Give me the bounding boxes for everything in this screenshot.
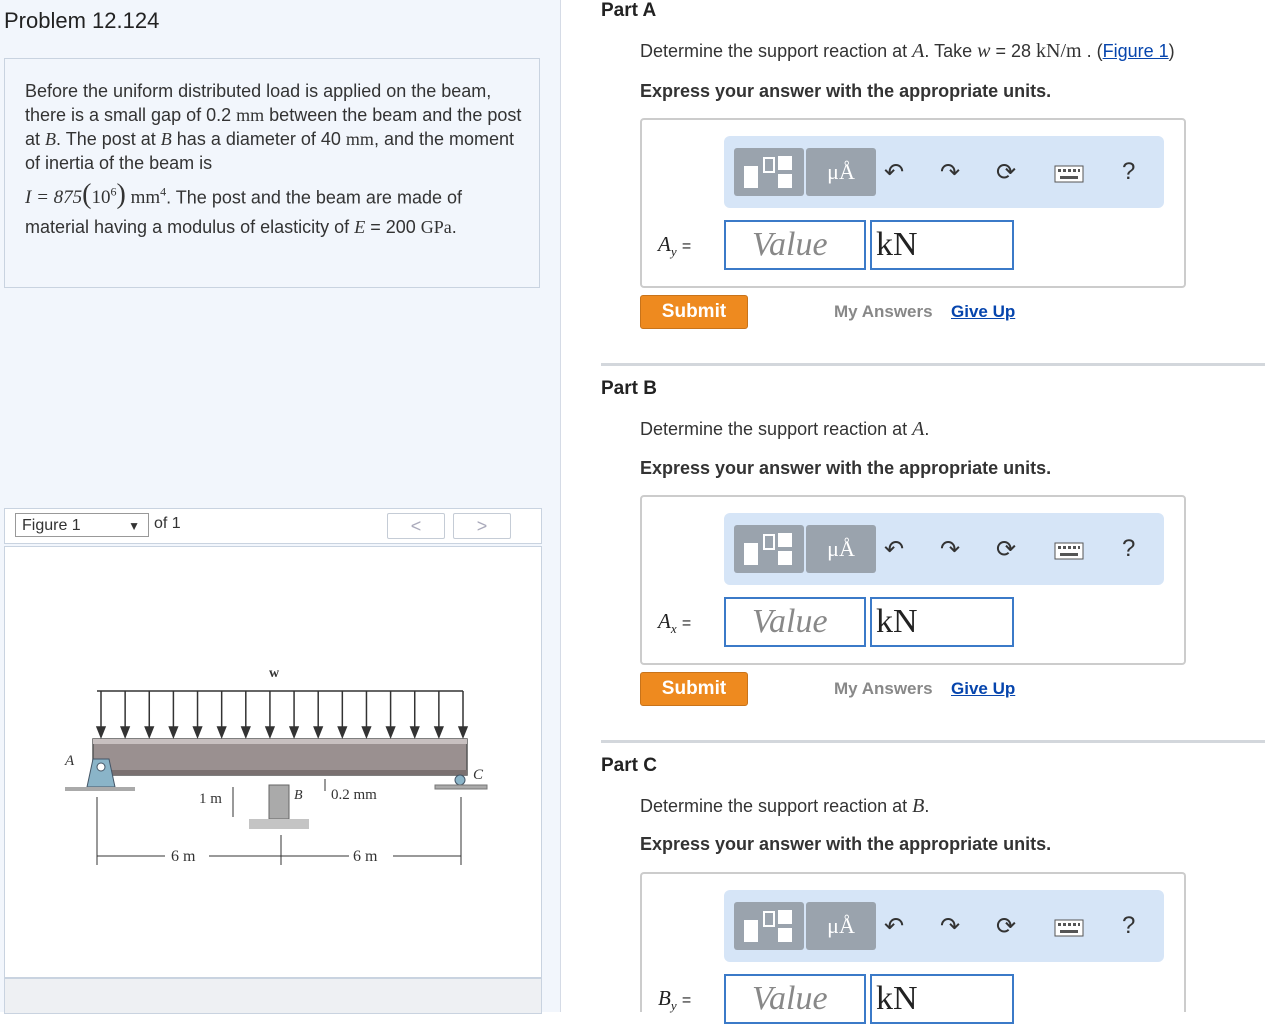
load-arrow xyxy=(192,726,203,740)
post-length-label: 1 m xyxy=(199,791,222,807)
help-icon[interactable]: ? xyxy=(1122,535,1135,563)
redo-icon[interactable]: ↷ xyxy=(940,158,960,187)
figure-panel-footer xyxy=(4,978,542,1014)
load-arrow xyxy=(433,726,444,740)
load-arrow xyxy=(288,726,300,740)
load-arrow xyxy=(120,726,131,740)
help-icon[interactable]: ? xyxy=(1122,912,1135,940)
value-input[interactable]: Value xyxy=(724,974,866,1024)
load-arrow xyxy=(337,726,348,740)
part-b-title: Part B xyxy=(601,378,657,399)
keyboard-icon[interactable] xyxy=(1054,162,1084,190)
problem-statement: Before the uniform distributed load is a… xyxy=(25,81,522,238)
keyboard-icon[interactable] xyxy=(1054,916,1084,944)
figure-count: of 1 xyxy=(154,515,181,532)
problem-statement-box: Before the uniform distributed load is a… xyxy=(4,58,540,288)
load-arrow xyxy=(240,726,251,740)
answer-label: Ax = xyxy=(658,609,692,637)
unit-input[interactable]: kN xyxy=(870,597,1014,647)
math-toolbar: μÅ ↶ ↷ ⟳ ? xyxy=(724,890,1164,962)
gap-label: 0.2 mm xyxy=(331,787,377,803)
part-a-question: Determine the support reaction at A. Tak… xyxy=(640,40,1175,62)
next-figure-button[interactable]: > xyxy=(453,513,511,539)
span2-label: 6 m xyxy=(353,848,378,865)
load-arrow xyxy=(95,726,107,740)
value-input[interactable]: Value xyxy=(724,597,866,647)
prev-figure-button[interactable]: < xyxy=(387,513,445,539)
part-divider xyxy=(601,363,1265,366)
reset-icon[interactable]: ⟳ xyxy=(996,158,1016,187)
templates-icon xyxy=(744,533,792,565)
part-a-answer-box: μÅ ↶ ↷ ⟳ ? Ay = Value kN xyxy=(640,118,1186,288)
keyboard-icon[interactable] xyxy=(1054,539,1084,567)
problem-title: Problem 12.124 xyxy=(4,8,160,33)
beam-diagram: w A C B 0.2 mm 1 m 6 m 6 m xyxy=(64,666,488,865)
math-toolbar: μÅ ↶ ↷ ⟳ ? xyxy=(724,136,1164,208)
give-up-link[interactable]: Give Up xyxy=(951,679,1015,699)
unit-input[interactable]: kN xyxy=(870,220,1014,270)
part-c-title: Part C xyxy=(601,755,657,776)
left-panel: Problem 12.124 Before the uniform distri… xyxy=(0,0,561,1014)
part-c-question: Determine the support reaction at B. xyxy=(640,795,930,817)
load-arrow xyxy=(409,726,420,740)
redo-icon[interactable]: ↷ xyxy=(940,912,960,941)
part-a-instructions: Express your answer with the appropriate… xyxy=(640,81,1052,101)
units-button[interactable]: μÅ xyxy=(806,525,876,573)
part-c-instructions: Express your answer with the appropriate… xyxy=(640,834,1052,854)
load-arrow xyxy=(216,726,227,740)
templates-icon xyxy=(744,910,792,942)
figure-panel: w A C B 0.2 mm 1 m 6 m 6 m xyxy=(4,546,542,978)
load-arrow xyxy=(144,726,155,740)
figure-nav-bar: Figure 1 ▼ of 1 < > xyxy=(4,508,542,544)
submit-button[interactable]: Submit xyxy=(640,295,748,329)
load-arrow xyxy=(313,726,324,740)
part-b-question: Determine the support reaction at A. xyxy=(640,418,930,440)
templates-button[interactable] xyxy=(734,148,804,196)
part-b-instructions: Express your answer with the appropriate… xyxy=(640,458,1052,478)
right-panel: Part A Determine the support reaction at… xyxy=(561,0,1265,1024)
value-input[interactable]: Value xyxy=(724,220,866,270)
part-divider xyxy=(601,740,1265,743)
load-arrow xyxy=(385,726,396,740)
part-a-title: Part A xyxy=(601,0,657,21)
answer-label: Ay = xyxy=(658,232,692,260)
units-button[interactable]: μÅ xyxy=(806,148,876,196)
load-arrow xyxy=(264,726,276,740)
give-up-link[interactable]: Give Up xyxy=(951,302,1015,322)
answer-label: By = xyxy=(658,986,692,1014)
load-arrow xyxy=(361,726,372,740)
my-answers-link[interactable]: My Answers xyxy=(834,679,933,699)
load-arrow xyxy=(457,726,469,740)
units-button[interactable]: μÅ xyxy=(806,902,876,950)
undo-icon[interactable]: ↶ xyxy=(884,535,904,564)
my-answers-link[interactable]: My Answers xyxy=(834,302,933,322)
undo-icon[interactable]: ↶ xyxy=(884,912,904,941)
math-toolbar: μÅ ↶ ↷ ⟳ ? xyxy=(724,513,1164,585)
redo-icon[interactable]: ↷ xyxy=(940,535,960,564)
load-label: w xyxy=(269,666,280,681)
templates-icon xyxy=(744,156,792,188)
figure-select[interactable]: Figure 1 ▼ xyxy=(15,513,149,537)
submit-button[interactable]: Submit xyxy=(640,672,748,706)
part-b-answer-box: μÅ ↶ ↷ ⟳ ? Ax = Value kN xyxy=(640,495,1186,665)
reset-icon[interactable]: ⟳ xyxy=(996,912,1016,941)
unit-input[interactable]: kN xyxy=(870,974,1014,1024)
post-b-label: B xyxy=(294,788,303,803)
part-c-answer-box: μÅ ↶ ↷ ⟳ ? By = Value kN xyxy=(640,872,1186,1024)
templates-button[interactable] xyxy=(734,902,804,950)
beam xyxy=(92,738,468,776)
help-icon[interactable]: ? xyxy=(1122,158,1135,186)
chevron-down-icon: ▼ xyxy=(128,519,140,533)
load-arrow xyxy=(168,726,179,740)
reset-icon[interactable]: ⟳ xyxy=(996,535,1016,564)
support-c-label: C xyxy=(473,767,484,783)
support-a-label: A xyxy=(64,753,75,769)
distributed-load-arrows xyxy=(95,691,469,740)
undo-icon[interactable]: ↶ xyxy=(884,158,904,187)
figure-1-link[interactable]: Figure 1 xyxy=(1103,41,1169,61)
span1-label: 6 m xyxy=(171,848,196,865)
templates-button[interactable] xyxy=(734,525,804,573)
